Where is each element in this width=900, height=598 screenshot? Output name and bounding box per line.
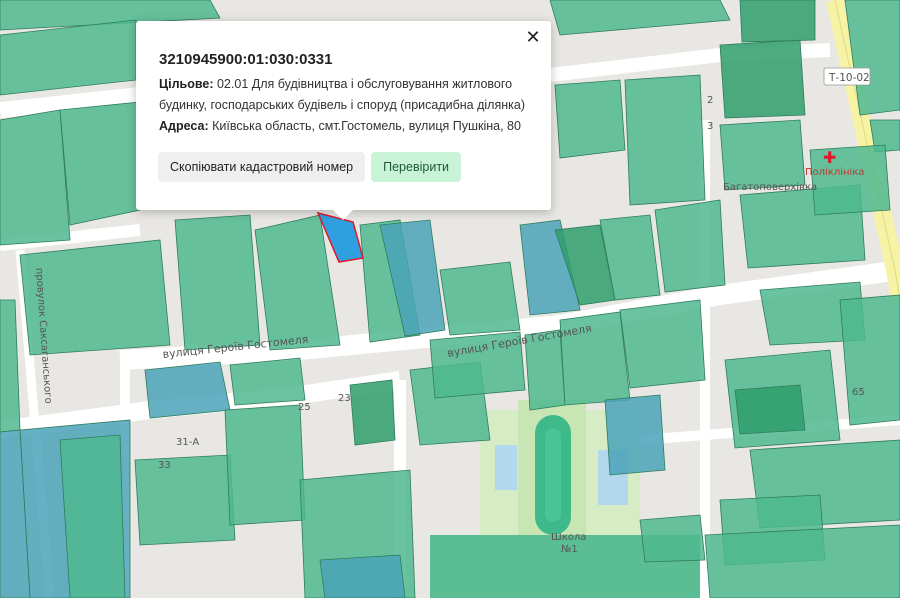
address-value: Київська область, смт.Гостомель, вулиця … <box>212 119 521 133</box>
clinic-icon: ✚ <box>823 148 836 167</box>
purpose-label: Цільове: <box>159 77 214 91</box>
purpose-row: Цільове: 02.01 Для будівництва і обслуго… <box>159 74 529 116</box>
clinic-label: Поліклініка <box>805 166 865 178</box>
purpose-value: 02.01 Для будівництва і обслуговування ж… <box>159 77 525 112</box>
house-number: 33 <box>158 460 171 471</box>
check-button[interactable]: Перевірити <box>371 152 462 182</box>
house-number: 65 <box>852 387 865 398</box>
house-number: 25 <box>298 402 311 413</box>
svg-text:Т-10-02: Т-10-02 <box>828 72 870 84</box>
school-label-1: Школа <box>551 532 586 543</box>
cadastral-number: 3210945900:01:030:0331 <box>159 51 333 68</box>
close-icon[interactable]: ✕ <box>522 26 544 48</box>
address-row: Адреса: Київська область, смт.Гостомель,… <box>159 116 529 137</box>
address-label: Адреса: <box>159 119 209 133</box>
house-number: 3 <box>707 121 713 132</box>
house-number: 2 <box>707 95 713 106</box>
popup-pointer <box>333 210 353 220</box>
house-number: 31-А <box>176 437 199 448</box>
school-label-2: №1 <box>561 544 578 555</box>
popup-actions: Скопіювати кадастровий номер Перевірити <box>158 152 462 182</box>
multistorey-label: Багатоповерхівка <box>723 181 817 193</box>
parcel-info-popup: ✕ 3210945900:01:030:0331 Цільове: 02.01 … <box>136 21 551 220</box>
house-number: 23 <box>338 393 351 404</box>
copy-cadastral-button[interactable]: Скопіювати кадастровий номер <box>158 152 366 182</box>
road-code-badge: Т-10-02 <box>823 67 871 86</box>
